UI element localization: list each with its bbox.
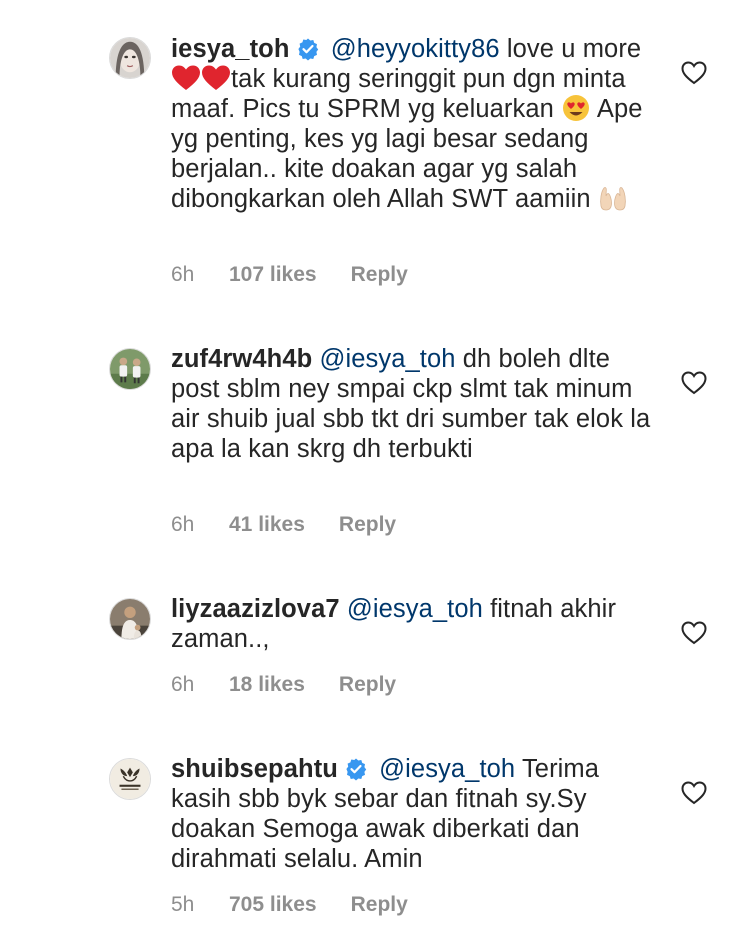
- comment-likes[interactable]: 18 likes: [229, 673, 305, 697]
- comment-text: iesya_toh @heyyokitty86 love u more tak k…: [171, 34, 651, 214]
- comment-mention[interactable]: @heyyokitty86: [331, 35, 500, 63]
- heart-outline-icon[interactable]: [681, 61, 707, 85]
- avatar[interactable]: [109, 348, 151, 390]
- comment-body: love u more: [506, 35, 642, 63]
- reply-button[interactable]: Reply: [351, 893, 408, 917]
- comment-mention[interactable]: @iesya_toh: [379, 755, 515, 783]
- avatar[interactable]: [109, 37, 151, 79]
- avatar[interactable]: [109, 598, 151, 640]
- comment-username[interactable]: zuf4rw4h4b: [171, 345, 312, 373]
- comment-text: shuibsepahtu @iesya_toh Terima kasih sbb…: [171, 754, 651, 874]
- comment-likes[interactable]: 705 likes: [229, 893, 317, 917]
- comment-username[interactable]: iesya_toh: [171, 35, 290, 63]
- comment-text: zuf4rw4h4b @iesya_toh dh boleh dlte post…: [171, 344, 651, 464]
- comment-meta: 6h 18 likes Reply: [171, 673, 396, 697]
- verified-badge-icon: [296, 37, 320, 61]
- comment-meta: 6h 41 likes Reply: [171, 513, 396, 537]
- red-heart-emoji-icon: [171, 64, 201, 92]
- reply-button[interactable]: Reply: [351, 263, 408, 287]
- comment-mention[interactable]: @iesya_toh: [319, 345, 455, 373]
- comment-time: 6h: [171, 513, 195, 536]
- comment-body: tak kurang seringgit pun dgn minta maaf.…: [171, 65, 626, 123]
- comment-mention[interactable]: @iesya_toh: [347, 595, 483, 623]
- comment-username[interactable]: shuibsepahtu: [171, 755, 338, 783]
- reply-button[interactable]: Reply: [339, 673, 396, 697]
- heart-outline-icon[interactable]: [681, 621, 707, 645]
- heart-outline-icon[interactable]: [681, 371, 707, 395]
- avatar[interactable]: [109, 758, 151, 800]
- comment-time: 6h: [171, 263, 195, 286]
- heart-eyes-face-emoji-icon: [561, 94, 591, 122]
- comment-likes[interactable]: 107 likes: [229, 263, 317, 287]
- comment-meta: 5h 705 likes Reply: [171, 893, 408, 917]
- palms-up-together-emoji-icon: [598, 184, 628, 212]
- comment-likes[interactable]: 41 likes: [229, 513, 305, 537]
- verified-badge-icon: [344, 757, 368, 781]
- red-heart-emoji-icon: [201, 64, 231, 92]
- comment-meta: 6h 107 likes Reply: [171, 263, 408, 287]
- comment-text: liyzaazizlova7 @iesya_toh fitnah akhir z…: [171, 594, 651, 654]
- comment-time: 6h: [171, 673, 195, 696]
- reply-button[interactable]: Reply: [339, 513, 396, 537]
- comment-username[interactable]: liyzaazizlova7: [171, 595, 340, 623]
- comment-time: 5h: [171, 893, 195, 916]
- heart-outline-icon[interactable]: [681, 781, 707, 805]
